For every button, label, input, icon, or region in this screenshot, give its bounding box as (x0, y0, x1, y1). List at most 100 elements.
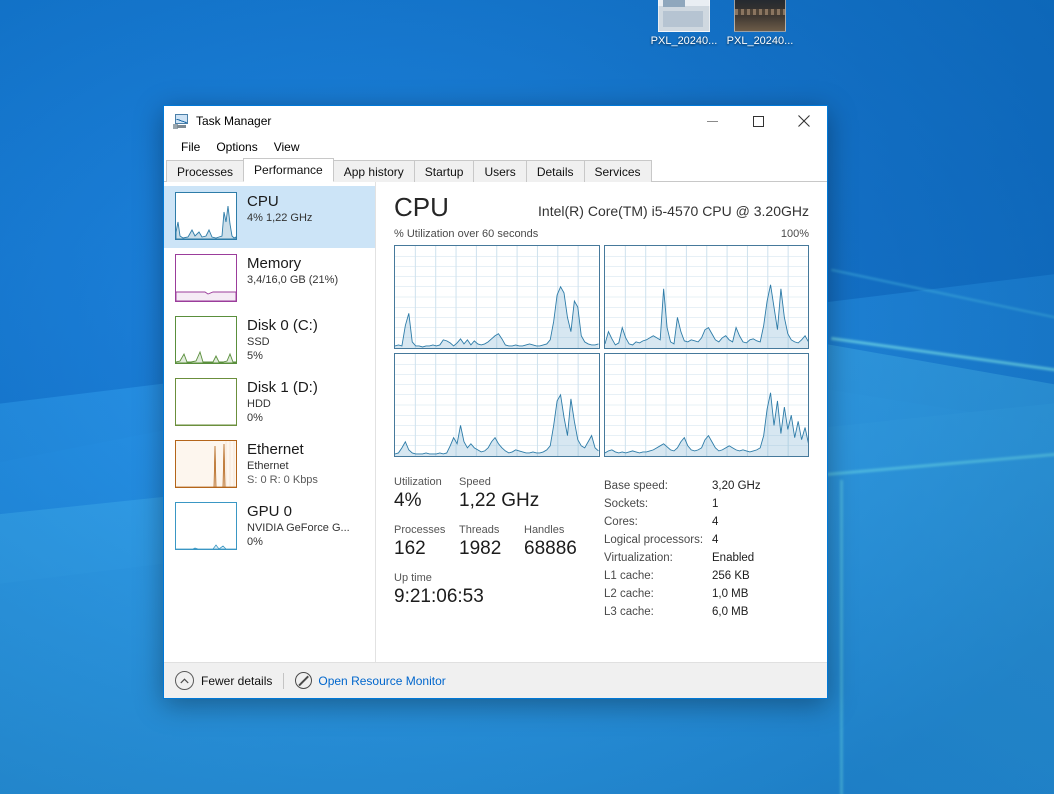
page-title: CPU (394, 192, 449, 222)
sidebar-item-label: Ethernet (247, 441, 304, 458)
image-thumbnail-icon (658, 0, 710, 32)
fewer-details-button[interactable]: Fewer details (175, 671, 272, 690)
spec-sockets: Sockets: 1 (604, 495, 809, 513)
stat-processes: Processes 162 (394, 523, 459, 561)
menu-item-options[interactable]: Options (208, 138, 265, 157)
stat-label: Utilization (394, 476, 442, 488)
panel-header: CPU Intel(R) Core(TM) i5-4570 CPU @ 3.20… (394, 192, 809, 228)
footer-divider (283, 672, 285, 689)
spec-key: L1 cache: (604, 570, 654, 582)
stat-row-utilization-speed: Utilization 4% Speed 1,22 GHz (394, 475, 602, 513)
tab-startup[interactable]: Startup (413, 160, 475, 182)
open-resource-monitor-link[interactable]: Open Resource Monitor (295, 672, 446, 689)
task-manager-icon (173, 113, 189, 129)
gpu0-thumbnail-graph (175, 502, 237, 550)
stat-value: 162 (394, 538, 426, 559)
desktop-icon[interactable]: PXL_20240... (721, 0, 799, 48)
tab-details[interactable]: Details (525, 160, 585, 182)
tab-services[interactable]: Services (583, 160, 652, 182)
spec-cores: Cores: 4 (604, 513, 809, 531)
sidebar-item-ethernet[interactable]: Ethernet Ethernet S: 0 R: 0 Kbps (164, 434, 375, 496)
stat-label: Threads (459, 524, 500, 536)
spec-value: 6,0 MB (712, 606, 749, 618)
performance-detail-panel: CPU Intel(R) Core(TM) i5-4570 CPU @ 3.20… (376, 182, 827, 662)
menu-item-file[interactable]: File (173, 138, 208, 157)
spec-logical-processors: Logical processors: 4 (604, 531, 809, 549)
spec-key: L3 cache: (604, 606, 654, 618)
sidebar-item-disk-0[interactable]: Disk 0 (C:) SSD 5% (164, 310, 375, 372)
stat-up-time: Up time 9:21:06:53 (394, 571, 484, 609)
cpu-graph-core-0[interactable] (394, 245, 600, 349)
graph-caption-left: % Utilization over 60 seconds (394, 228, 539, 240)
spec-value: 1 (712, 498, 719, 510)
window-title: Task Manager (196, 114, 272, 128)
close-button[interactable] (781, 106, 827, 136)
sidebar-item-detail: NVIDIA GeForce G... (247, 522, 350, 534)
stat-value: 1,22 GHz (459, 490, 540, 511)
minimize-icon (706, 120, 718, 122)
stat-label: Handles (524, 524, 565, 536)
stat-value: 68886 (524, 538, 577, 559)
window-footer: Fewer details Open Resource Monitor (164, 662, 827, 698)
spec-virtualization: Virtualization: Enabled (604, 549, 809, 567)
sidebar-item-detail: 4% 1,22 GHz (247, 212, 313, 224)
stat-label: Processes (394, 524, 446, 536)
spec-key: L2 cache: (604, 588, 654, 600)
resource-monitor-icon (295, 672, 313, 689)
cpu-thumbnail-graph (175, 192, 237, 240)
sidebar-item-disk-1[interactable]: Disk 1 (D:) HDD 0% (164, 372, 375, 434)
tab-processes[interactable]: Processes (166, 160, 245, 182)
tab-users[interactable]: Users (473, 160, 527, 182)
logical-processor-graph-grid (394, 245, 809, 457)
sidebar-item-usage: 0% (247, 412, 263, 424)
sidebar-item-gpu-0[interactable]: GPU 0 NVIDIA GeForce G... 0% (164, 496, 375, 558)
close-icon (798, 115, 810, 127)
cpu-model-label: Intel(R) Core(TM) i5-4570 CPU @ 3.20GHz (538, 203, 809, 219)
sidebar-item-usage: 0% (247, 536, 263, 548)
sidebar-item-label: GPU 0 (247, 503, 293, 520)
maximize-button[interactable] (735, 106, 781, 136)
sidebar-item-memory[interactable]: Memory 3,4/16,0 GB (21%) (164, 248, 375, 310)
tab-app-history[interactable]: App history (332, 160, 415, 182)
stat-threads: Threads 1982 (459, 523, 524, 561)
memory-thumbnail-graph (175, 254, 237, 302)
spec-key: Base speed: (604, 480, 668, 492)
spec-key: Sockets: (604, 498, 649, 510)
sidebar-item-detail: HDD (247, 398, 271, 410)
menu-bar: File Options View (164, 136, 827, 158)
stat-row-processes-threads-handles: Processes 162 Threads 1982 Handles 68886 (394, 523, 602, 561)
stat-label: Speed (459, 476, 491, 488)
stat-value: 1982 (459, 538, 502, 559)
menu-item-view[interactable]: View (266, 138, 308, 157)
sidebar-item-throughput: S: 0 R: 0 Kbps (247, 474, 318, 486)
statistics-left: Utilization 4% Speed 1,22 GHz Processes (394, 475, 602, 621)
spec-key: Virtualization: (604, 552, 673, 564)
sidebar-item-cpu[interactable]: CPU 4% 1,22 GHz (164, 186, 375, 248)
stat-speed: Speed 1,22 GHz (459, 475, 540, 513)
spec-l1-cache: L1 cache: 256 KB (604, 567, 809, 585)
title-bar[interactable]: Task Manager (164, 106, 827, 136)
spec-value: 3,20 GHz (712, 480, 761, 492)
fewer-details-label: Fewer details (201, 673, 273, 688)
spec-value: 4 (712, 534, 719, 546)
sidebar-item-label: CPU (247, 193, 279, 210)
spec-key: Logical processors: (604, 534, 704, 546)
resource-sidebar: CPU 4% 1,22 GHz Memory 3,4/16,0 GB (21%) (164, 182, 376, 662)
desktop-icon-label: PXL_20240... (650, 35, 718, 47)
sidebar-item-label: Disk 0 (C:) (247, 317, 318, 334)
graph-caption: % Utilization over 60 seconds 100% (394, 228, 809, 242)
maximize-icon (752, 115, 764, 127)
spec-value: 256 KB (712, 570, 750, 582)
cpu-graph-core-1[interactable] (603, 245, 809, 349)
stat-handles: Handles 68886 (524, 523, 602, 561)
minimize-button[interactable] (689, 106, 735, 136)
desktop-icon[interactable]: PXL_20240... (645, 0, 723, 48)
graph-caption-right: 100% (780, 228, 809, 240)
task-manager-window: Task Manager File Options View Processes… (163, 105, 828, 699)
cpu-graph-core-3[interactable] (603, 353, 809, 457)
ethernet-thumbnail-graph (175, 440, 237, 488)
sidebar-item-detail: Ethernet (247, 460, 289, 472)
sidebar-item-label: Disk 1 (D:) (247, 379, 318, 396)
cpu-graph-core-2[interactable] (394, 353, 600, 457)
tab-performance[interactable]: Performance (243, 158, 334, 182)
